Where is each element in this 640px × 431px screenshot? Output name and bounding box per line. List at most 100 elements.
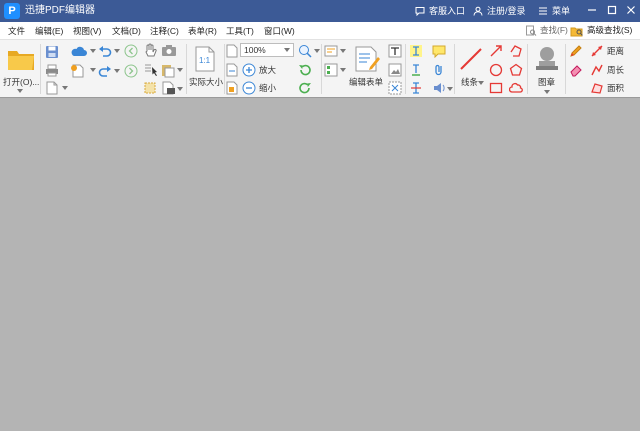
magnifier-icon[interactable] [298,44,312,58]
crop-icon[interactable] [143,81,157,95]
chevron-down-icon[interactable] [90,68,96,72]
menu-form[interactable]: 表单(R) [188,25,217,37]
fit-width-icon[interactable] [226,63,238,77]
select-text-icon[interactable] [143,63,159,78]
stamp-icon [536,47,558,70]
zoom-in-button[interactable]: 放大 [242,63,276,79]
separator [224,44,225,94]
undo-icon[interactable] [98,44,112,58]
menu-window[interactable]: 窗口(W) [264,25,295,37]
user-icon [473,6,483,16]
chevron-down-icon[interactable] [177,68,183,72]
cloud-shape-icon[interactable] [509,81,523,95]
cloud-icon[interactable] [70,45,88,57]
menu-view[interactable]: 视图(V) [73,25,101,37]
rotate-right-icon[interactable] [298,81,312,95]
form-field-icon[interactable] [324,44,338,58]
menu-label: 菜单 [552,6,571,16]
distance-button[interactable]: 距离 [590,44,624,60]
sound-icon[interactable] [432,81,446,95]
menu-icon [539,7,547,15]
stamp-button[interactable]: 图章 [530,43,564,95]
document-workspace[interactable] [0,99,640,431]
area-button[interactable]: 面积 [590,81,624,97]
line-label: 线条 [461,77,479,87]
chevron-down-icon[interactable] [114,49,120,53]
hand-tool-icon[interactable] [143,43,157,58]
zoom-out-button[interactable]: 缩小 [242,81,276,97]
chevron-down-icon[interactable] [340,49,346,53]
toolbar: 打开(O)... 1:1 实际大小 100% 放大 缩小 编辑表单 线条 图章 … [0,40,640,98]
close-icon[interactable] [624,3,638,17]
open-button[interactable]: 打开(O)... [3,43,39,95]
forward-icon[interactable] [124,64,138,78]
eraser-icon[interactable] [569,63,583,77]
chevron-down-icon[interactable] [177,87,183,91]
edit-image-icon[interactable] [388,63,402,77]
edit-object-icon[interactable] [388,81,402,95]
menu-file[interactable]: 文件 [8,25,25,37]
line-button[interactable]: 线条 [456,43,486,95]
login-button[interactable]: 注册/登录 [473,4,526,18]
pencil-icon[interactable] [569,44,583,58]
perimeter-button[interactable]: 周长 [590,63,624,79]
chevron-down-icon[interactable] [314,49,320,53]
edit-form-button[interactable]: 编辑表单 [349,43,385,95]
edit-form-label: 编辑表单 [349,77,384,87]
menu-edit[interactable]: 编辑(E) [35,25,63,37]
edit-text-icon[interactable] [388,44,402,58]
back-icon[interactable] [124,44,138,58]
minimize-icon[interactable] [585,3,599,17]
menu-document[interactable]: 文档(D) [112,25,141,37]
actual-size-button[interactable]: 1:1 实际大小 [189,43,223,95]
area-label: 面积 [607,83,625,93]
zoom-select[interactable]: 100% [240,43,294,57]
form-list-icon[interactable] [324,63,338,77]
print-icon[interactable] [45,64,59,77]
chevron-down-icon[interactable] [340,68,346,72]
note-icon[interactable] [432,44,446,58]
add-page-icon[interactable] [70,64,86,78]
chevron-down-icon[interactable] [90,49,96,53]
feedback-button[interactable]: 客服入口 [415,4,465,18]
stamp-page-icon[interactable] [161,81,177,95]
search-button[interactable]: 查找(F) [525,24,568,37]
menu-tools[interactable]: 工具(T) [226,25,254,37]
menu-button[interactable]: 菜单 [538,4,570,18]
chevron-down-icon[interactable] [62,86,68,90]
separator [186,44,187,94]
menu-bar: 文件 编辑(E) 视图(V) 文档(D) 注释(C) 表单(R) 工具(T) 窗… [0,22,640,40]
redo-icon[interactable] [98,64,112,78]
chevron-down-icon[interactable] [114,69,120,73]
pentagon-icon[interactable] [509,63,523,77]
search-label: 查找(F) [540,25,568,35]
clipboard-icon[interactable] [161,63,175,78]
new-document-icon[interactable] [45,81,59,95]
perimeter-icon [591,64,603,76]
text-strike-icon[interactable] [409,81,423,95]
maximize-icon[interactable] [605,3,619,17]
save-icon[interactable] [45,45,59,59]
advanced-search-button[interactable]: 高级查找(S) [570,24,632,37]
perimeter-label: 周长 [607,65,625,75]
camera-icon[interactable] [161,44,177,57]
fit-page-icon[interactable] [226,44,238,58]
arrow-icon[interactable] [489,44,503,58]
rotate-left-icon[interactable] [298,63,312,77]
separator [405,44,406,94]
polygon-line-icon[interactable] [509,44,523,58]
text-underline-icon[interactable] [409,63,423,77]
attachment-icon[interactable] [432,63,446,77]
rectangle-icon[interactable] [489,81,503,95]
chevron-down-icon[interactable] [447,87,453,91]
title-bar: P 迅捷PDF编辑器 客服入口 注册/登录 菜单 [0,0,640,22]
app-logo: P [4,3,20,19]
text-highlight-icon[interactable] [409,44,423,58]
login-label: 注册/登录 [487,6,526,16]
menu-comment[interactable]: 注释(C) [150,25,179,37]
ellipse-icon[interactable] [489,63,503,77]
chevron-down-icon [478,81,484,85]
fit-visible-icon[interactable] [226,81,238,95]
chat-icon [415,7,425,16]
chevron-down-icon [17,89,23,93]
